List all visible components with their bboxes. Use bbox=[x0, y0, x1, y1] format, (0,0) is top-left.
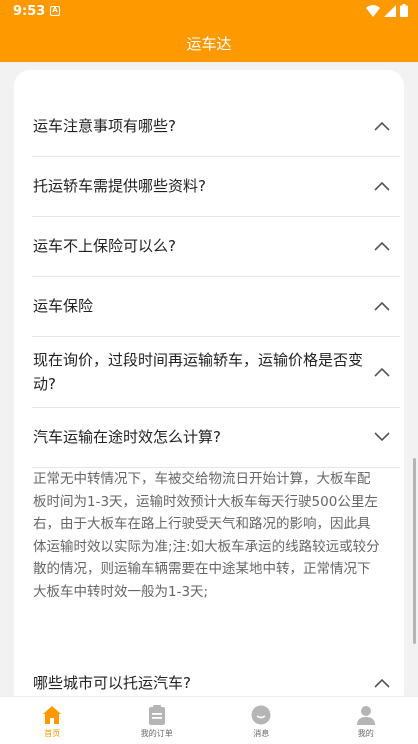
status-icons bbox=[366, 4, 408, 17]
tab-orders[interactable]: 我的订单 bbox=[105, 697, 210, 744]
signal-icon bbox=[384, 5, 396, 17]
faq-item[interactable]: 运车不上保险可以么? bbox=[32, 216, 400, 277]
tab-home[interactable]: 首页 bbox=[0, 697, 105, 744]
tab-bar: 首页 我的订单 消息 我的 bbox=[0, 696, 418, 744]
faq-question: 运车不上保险可以么? bbox=[33, 234, 364, 258]
home-icon bbox=[41, 704, 63, 726]
tab-profile[interactable]: 我的 bbox=[314, 697, 418, 744]
chevron-up-icon bbox=[374, 301, 390, 311]
chevron-up-icon bbox=[374, 367, 390, 377]
tab-label: 消息 bbox=[253, 728, 269, 739]
chat-icon bbox=[250, 704, 272, 726]
status-bar: 9:53 A bbox=[0, 0, 418, 24]
faq-item[interactable]: 运车保险 bbox=[32, 276, 400, 337]
chevron-up-icon bbox=[374, 181, 390, 191]
notification-icon: A bbox=[50, 6, 60, 16]
faq-question: 现在询价，过段时间再运输轿车，运输价格是否变动? bbox=[33, 348, 364, 396]
chevron-up-icon bbox=[374, 121, 390, 131]
person-icon bbox=[355, 704, 377, 726]
faq-question: 哪些城市可以托运汽车? bbox=[33, 671, 364, 695]
tab-label: 我的 bbox=[358, 728, 374, 739]
status-time: 9:53 bbox=[13, 4, 45, 19]
tab-label: 首页 bbox=[44, 728, 60, 739]
faq-answer: 正常无中转情况下，车被交给物流日开始计算，大板车配板时间为1-3天，运输时效预计… bbox=[33, 468, 383, 603]
faq-item[interactable]: 运车注意事项有哪些? bbox=[32, 95, 400, 157]
tab-label: 我的订单 bbox=[141, 728, 173, 739]
faq-item[interactable]: 哪些城市可以托运汽车? bbox=[32, 653, 400, 696]
scrollbar[interactable] bbox=[413, 458, 416, 644]
tab-messages[interactable]: 消息 bbox=[209, 697, 314, 744]
faq-question: 托运轿车需提供哪些资料? bbox=[33, 174, 364, 198]
battery-icon bbox=[400, 4, 408, 17]
faq-question: 汽车运输在途时效怎么计算? bbox=[33, 425, 364, 449]
faq-item[interactable]: 托运轿车需提供哪些资料? bbox=[32, 156, 400, 217]
app-bar: 运车达 bbox=[0, 24, 418, 62]
chevron-up-icon bbox=[374, 678, 390, 688]
faq-question: 运车保险 bbox=[33, 294, 364, 318]
faq-item-expanded[interactable]: 汽车运输在途时效怎么计算? bbox=[32, 407, 400, 468]
content-area[interactable]: 运车注意事项有哪些? 托运轿车需提供哪些资料? 运车不上保险可以么? 运车保险 … bbox=[0, 62, 418, 696]
clipboard-icon bbox=[146, 704, 168, 726]
chevron-down-icon bbox=[374, 432, 390, 442]
faq-question: 运车注意事项有哪些? bbox=[33, 114, 364, 138]
faq-card: 运车注意事项有哪些? 托运轿车需提供哪些资料? 运车不上保险可以么? 运车保险 … bbox=[14, 70, 404, 696]
wifi-icon bbox=[366, 5, 380, 17]
chevron-up-icon bbox=[374, 241, 390, 251]
page-title: 运车达 bbox=[186, 33, 231, 54]
faq-item[interactable]: 现在询价，过段时间再运输轿车，运输价格是否变动? bbox=[32, 336, 400, 408]
